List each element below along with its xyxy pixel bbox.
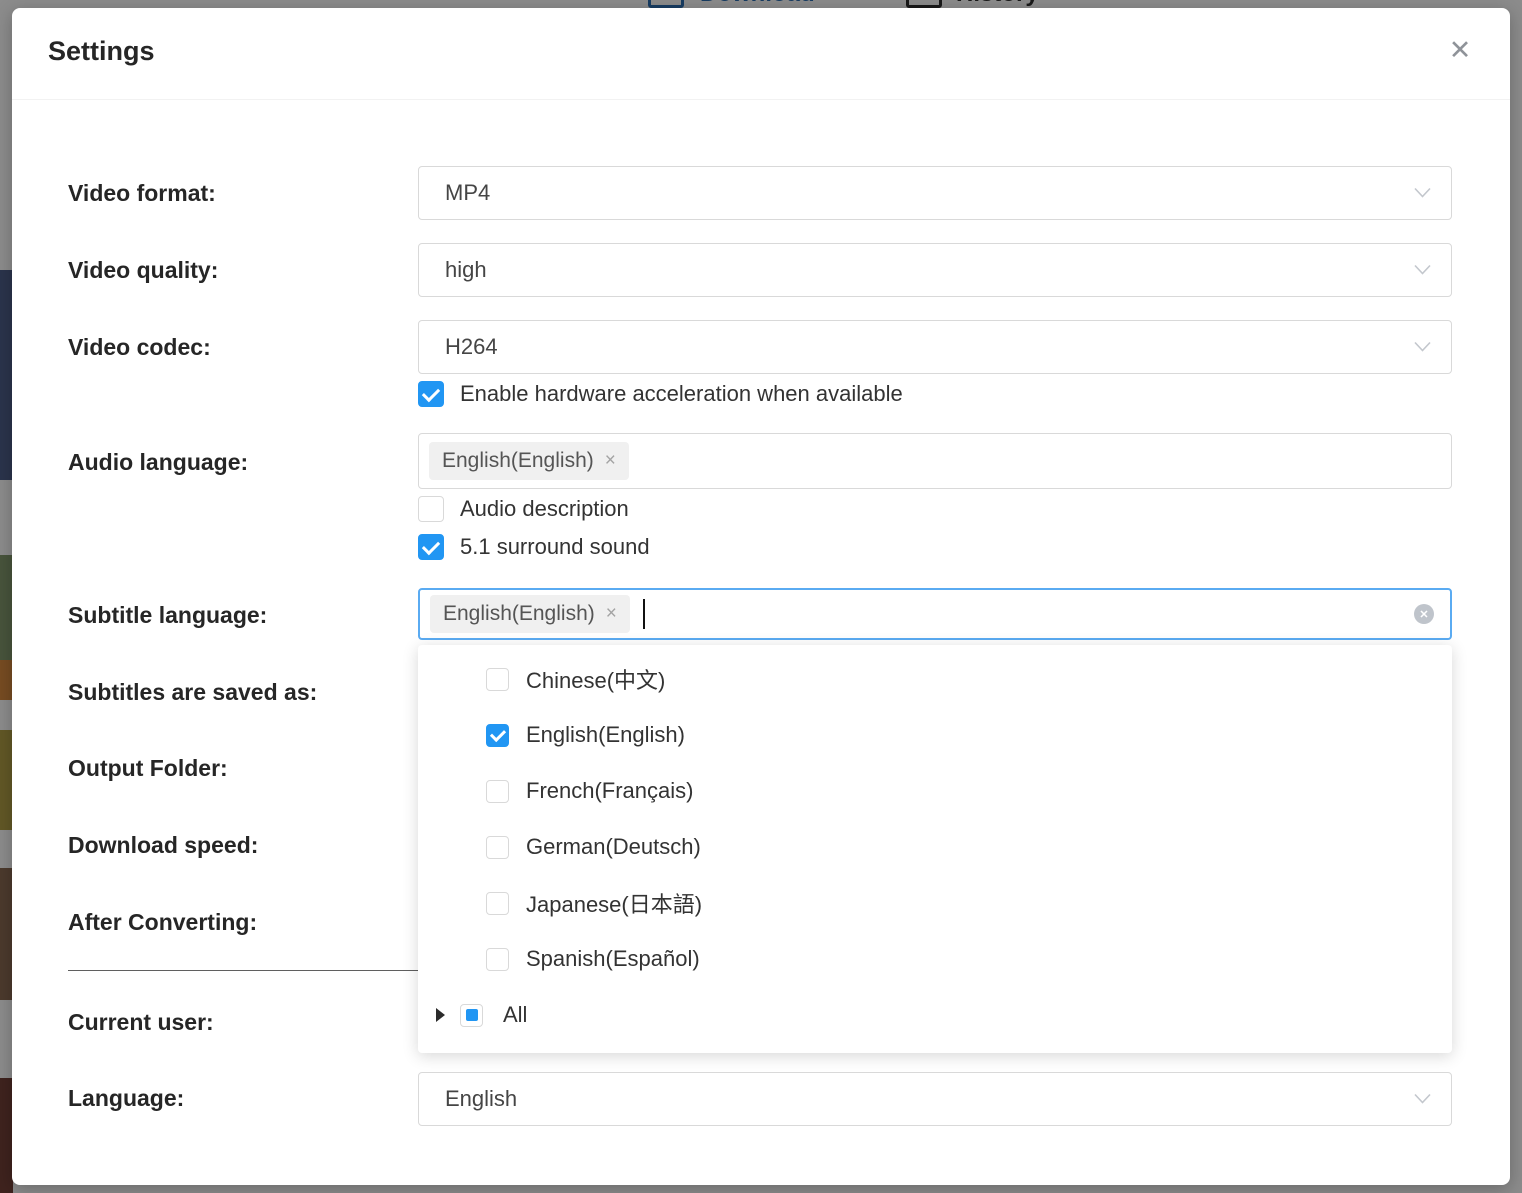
audio-language-label: Audio language: xyxy=(68,448,248,476)
dropdown-option-german[interactable]: German(Deutsch) xyxy=(418,819,1452,875)
dropdown-option-english[interactable]: English(English) xyxy=(418,707,1452,763)
subtitles-saved-as-label: Subtitles are saved as: xyxy=(68,678,317,706)
settings-dialog: Settings ✕ Video format: Video quality: … xyxy=(12,8,1510,1185)
dropdown-option-spanish[interactable]: Spanish(Español) xyxy=(418,931,1452,987)
chevron-down-icon xyxy=(1414,188,1431,199)
audio-description-checkbox-label[interactable]: Audio description xyxy=(460,496,629,522)
dialog-title: Settings xyxy=(48,36,155,67)
option-checkbox[interactable] xyxy=(486,780,509,803)
option-label[interactable]: English(English) xyxy=(526,722,685,748)
hw-accel-checkbox[interactable] xyxy=(418,381,444,407)
video-format-select[interactable]: MP4 xyxy=(418,166,1452,220)
video-codec-value: H264 xyxy=(445,334,498,360)
video-quality-label: Video quality: xyxy=(68,256,218,284)
surround-sound-checkbox[interactable] xyxy=(418,534,444,560)
audio-language-input[interactable]: English(English) × xyxy=(418,433,1452,489)
dropdown-option-japanese[interactable]: Japanese(日本語) xyxy=(418,875,1452,931)
surround-sound-checkbox-label[interactable]: 5.1 surround sound xyxy=(460,534,650,560)
close-icon[interactable]: ✕ xyxy=(1442,32,1478,68)
language-select[interactable]: English xyxy=(418,1072,1452,1126)
option-checkbox[interactable] xyxy=(486,892,509,915)
video-codec-select[interactable]: H264 xyxy=(418,320,1452,374)
option-label[interactable]: Japanese(日本語) xyxy=(526,887,702,919)
download-speed-label: Download speed: xyxy=(68,831,258,859)
dialog-header: Settings ✕ xyxy=(12,8,1510,100)
language-value: English xyxy=(445,1086,517,1112)
subtitle-language-label: Subtitle language: xyxy=(68,601,267,629)
video-codec-label: Video codec: xyxy=(68,333,211,361)
option-label[interactable]: French(Français) xyxy=(526,778,693,804)
subtitle-language-dropdown: Chinese(中文) English(English) French(Fran… xyxy=(418,645,1452,1053)
language-label: Language: xyxy=(68,1084,184,1112)
option-checkbox[interactable] xyxy=(486,948,509,971)
subtitle-language-tag: English(English) × xyxy=(430,595,630,633)
audio-language-tag-text: English(English) xyxy=(442,449,594,473)
video-format-value: MP4 xyxy=(445,180,490,206)
hw-accel-row: Enable hardware acceleration when availa… xyxy=(418,381,903,407)
subtitle-language-tag-text: English(English) xyxy=(443,602,595,626)
audio-description-row: Audio description xyxy=(418,496,629,522)
video-quality-select[interactable]: high xyxy=(418,243,1452,297)
expand-arrow-icon[interactable] xyxy=(436,1008,445,1022)
tag-remove-icon[interactable]: × xyxy=(606,603,617,625)
dropdown-option-chinese[interactable]: Chinese(中文) xyxy=(418,651,1452,707)
chevron-down-icon xyxy=(1414,1094,1431,1105)
dropdown-option-french[interactable]: French(Français) xyxy=(418,763,1452,819)
dropdown-option-all[interactable]: All xyxy=(418,987,1452,1043)
option-label[interactable]: Chinese(中文) xyxy=(526,663,665,695)
chevron-down-icon xyxy=(1414,342,1431,353)
subtitle-language-input[interactable]: English(English) × ✕ xyxy=(418,588,1452,640)
all-label[interactable]: All xyxy=(503,1002,527,1028)
screen: Download History Settings ✕ Video format… xyxy=(0,0,1522,1193)
after-converting-label: After Converting: xyxy=(68,908,257,936)
audio-language-tag: English(English) × xyxy=(429,442,629,480)
option-label[interactable]: German(Deutsch) xyxy=(526,834,701,860)
option-checkbox[interactable] xyxy=(486,668,509,691)
surround-sound-row: 5.1 surround sound xyxy=(418,534,650,560)
text-cursor xyxy=(643,599,645,629)
tag-remove-icon[interactable]: × xyxy=(605,450,616,472)
output-folder-label: Output Folder: xyxy=(68,754,228,782)
video-format-label: Video format: xyxy=(68,179,216,207)
current-user-label: Current user: xyxy=(68,1008,214,1036)
option-checkbox[interactable] xyxy=(486,836,509,859)
option-label[interactable]: Spanish(Español) xyxy=(526,946,700,972)
option-checkbox[interactable] xyxy=(486,724,509,747)
hw-accel-checkbox-label[interactable]: Enable hardware acceleration when availa… xyxy=(460,381,903,407)
clear-input-icon[interactable]: ✕ xyxy=(1414,604,1434,624)
audio-description-checkbox[interactable] xyxy=(418,496,444,522)
chevron-down-icon xyxy=(1414,265,1431,276)
all-checkbox[interactable] xyxy=(460,1004,483,1027)
video-quality-value: high xyxy=(445,257,487,283)
